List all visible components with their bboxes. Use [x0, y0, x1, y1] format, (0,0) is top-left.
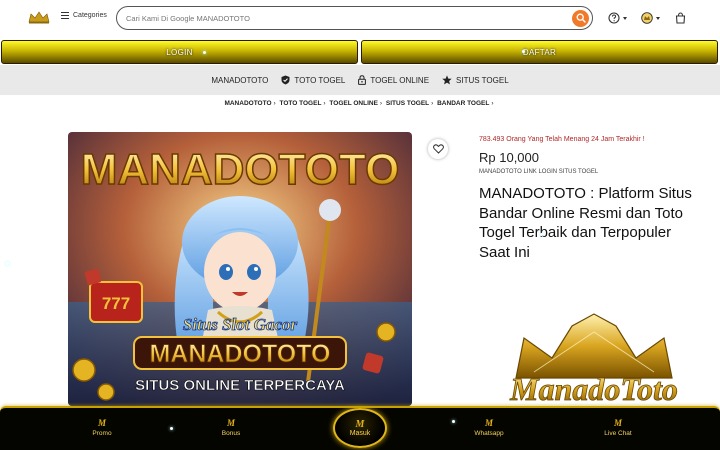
- categories-menu[interactable]: Categories: [61, 12, 107, 19]
- breadcrumb-item[interactable]: TOGEL ONLINE: [329, 100, 378, 107]
- nav-item-label: MANADOTOTO: [211, 75, 269, 85]
- nav-item-situs-togel[interactable]: SITUS TOGEL: [442, 75, 509, 85]
- sparkle-decoration: [6, 262, 9, 265]
- nav-item-label: SITUS TOGEL: [456, 75, 509, 85]
- hero-brand-text: MANADOTOTO: [81, 145, 400, 194]
- bottom-nav-label: Bonus: [221, 430, 241, 437]
- chevron-down-icon: [656, 16, 660, 20]
- nav-item-togel-online[interactable]: TOGEL ONLINE: [358, 75, 429, 85]
- sparkle-decoration: [203, 51, 206, 54]
- hero-banner-text: MANADOTOTO: [149, 340, 330, 368]
- bottom-nav-label: Whatsapp: [474, 430, 504, 437]
- globe-avatar-icon: [641, 12, 653, 24]
- m-logo-icon: M: [226, 418, 235, 428]
- hero-image: MANADOTOTO 777 Situs Slot Gacor MANADOTO…: [68, 132, 412, 406]
- breadcrumb: MANADOTOTO › TOTO TOGEL › TOGEL ONLINE › SI…: [0, 100, 720, 107]
- hero-tagline: Situs Slot Gacor: [183, 315, 298, 334]
- bottom-nav-bonus[interactable]: M Bonus: [201, 418, 261, 437]
- category-nav: MANADOTOTO TOTO TOGEL TOGEL ONLINE SITUS…: [0, 65, 720, 95]
- favorite-button[interactable]: [428, 139, 448, 159]
- sparkle-decoration: [170, 427, 173, 430]
- breadcrumb-item[interactable]: BANDAR TOGEL: [437, 100, 489, 107]
- product-title: MANADOTOTO : Platform Situs Bandar Onlin…: [479, 185, 692, 261]
- help-icon: [608, 12, 620, 24]
- bottom-nav-label: Masuk: [349, 430, 371, 437]
- winners-counter: 783.493 Orang Yang Telah Menang 24 Jam T…: [479, 136, 645, 143]
- crown-logo-text: ManadoToto: [509, 371, 678, 406]
- breadcrumb-separator: ›: [379, 100, 383, 107]
- bottom-nav-livechat[interactable]: M Live Chat: [588, 418, 648, 437]
- nav-item-label: TOTO TOGEL: [294, 75, 346, 85]
- daftar-button[interactable]: DAFTAR: [361, 40, 718, 64]
- m-logo-icon: M: [355, 419, 365, 430]
- sparkle-decoration: [452, 420, 455, 423]
- breadcrumb-separator: ›: [491, 100, 494, 107]
- chevron-down-icon: [623, 16, 627, 20]
- bottom-nav-label: Promo: [92, 430, 112, 437]
- bottom-nav-promo[interactable]: M Promo: [72, 418, 132, 437]
- lock-icon: [358, 75, 367, 85]
- sparkle-decoration: [522, 50, 525, 53]
- breadcrumb-item[interactable]: TOTO TOGEL: [280, 100, 322, 107]
- nav-item-toto-togel[interactable]: TOTO TOGEL: [281, 75, 345, 85]
- crown-logo-image: ManadoToto: [509, 313, 678, 406]
- language-menu[interactable]: [641, 11, 660, 25]
- categories-label: Categories: [73, 12, 107, 19]
- bottom-nav-whatsapp[interactable]: M Whatsapp: [459, 418, 519, 437]
- product-subtitle: MANADOTOTO LINK LOGIN SITUS TOGEL: [479, 169, 599, 175]
- nav-item-manadototo[interactable]: MANADOTOTO: [211, 76, 268, 85]
- m-logo-icon: M: [97, 418, 106, 428]
- cart-button[interactable]: [675, 11, 686, 25]
- search-button[interactable]: [572, 9, 589, 27]
- hero-illustration: MANADOTOTO 777 Situs Slot Gacor MANADOTO…: [68, 132, 412, 406]
- shield-check-icon: [281, 75, 290, 85]
- help-menu[interactable]: [608, 11, 627, 25]
- sparkle-decoration: [540, 233, 543, 236]
- heart-icon: [432, 144, 444, 154]
- shopping-bag-icon: [675, 12, 686, 24]
- bottom-nav-label: Live Chat: [604, 430, 632, 437]
- hamburger-icon: [61, 12, 69, 19]
- top-header: Categories: [0, 0, 720, 38]
- search-input[interactable]: [126, 11, 566, 26]
- search-bar: [116, 6, 593, 30]
- breadcrumb-separator: ›: [273, 100, 276, 107]
- breadcrumb-separator: ›: [323, 100, 326, 107]
- star-icon: [442, 75, 452, 85]
- svg-text:777: 777: [102, 294, 130, 313]
- breadcrumb-item[interactable]: SITUS TOGEL: [386, 100, 429, 107]
- nav-item-label: TOGEL ONLINE: [370, 75, 430, 85]
- hero-footer-text: SITUS ONLINE TERPERCAYA: [135, 377, 345, 394]
- breadcrumb-item[interactable]: MANADOTOTO: [224, 100, 271, 107]
- m-logo-icon: M: [484, 418, 493, 428]
- search-icon: [576, 13, 586, 23]
- product-price: Rp 10,000: [479, 150, 539, 165]
- breadcrumb-separator: ›: [431, 100, 434, 107]
- site-logo-icon[interactable]: [28, 10, 50, 24]
- bottom-nav-masuk[interactable]: M Masuk: [333, 408, 387, 448]
- login-button[interactable]: LOGIN: [1, 40, 358, 64]
- m-logo-icon: M: [613, 418, 622, 428]
